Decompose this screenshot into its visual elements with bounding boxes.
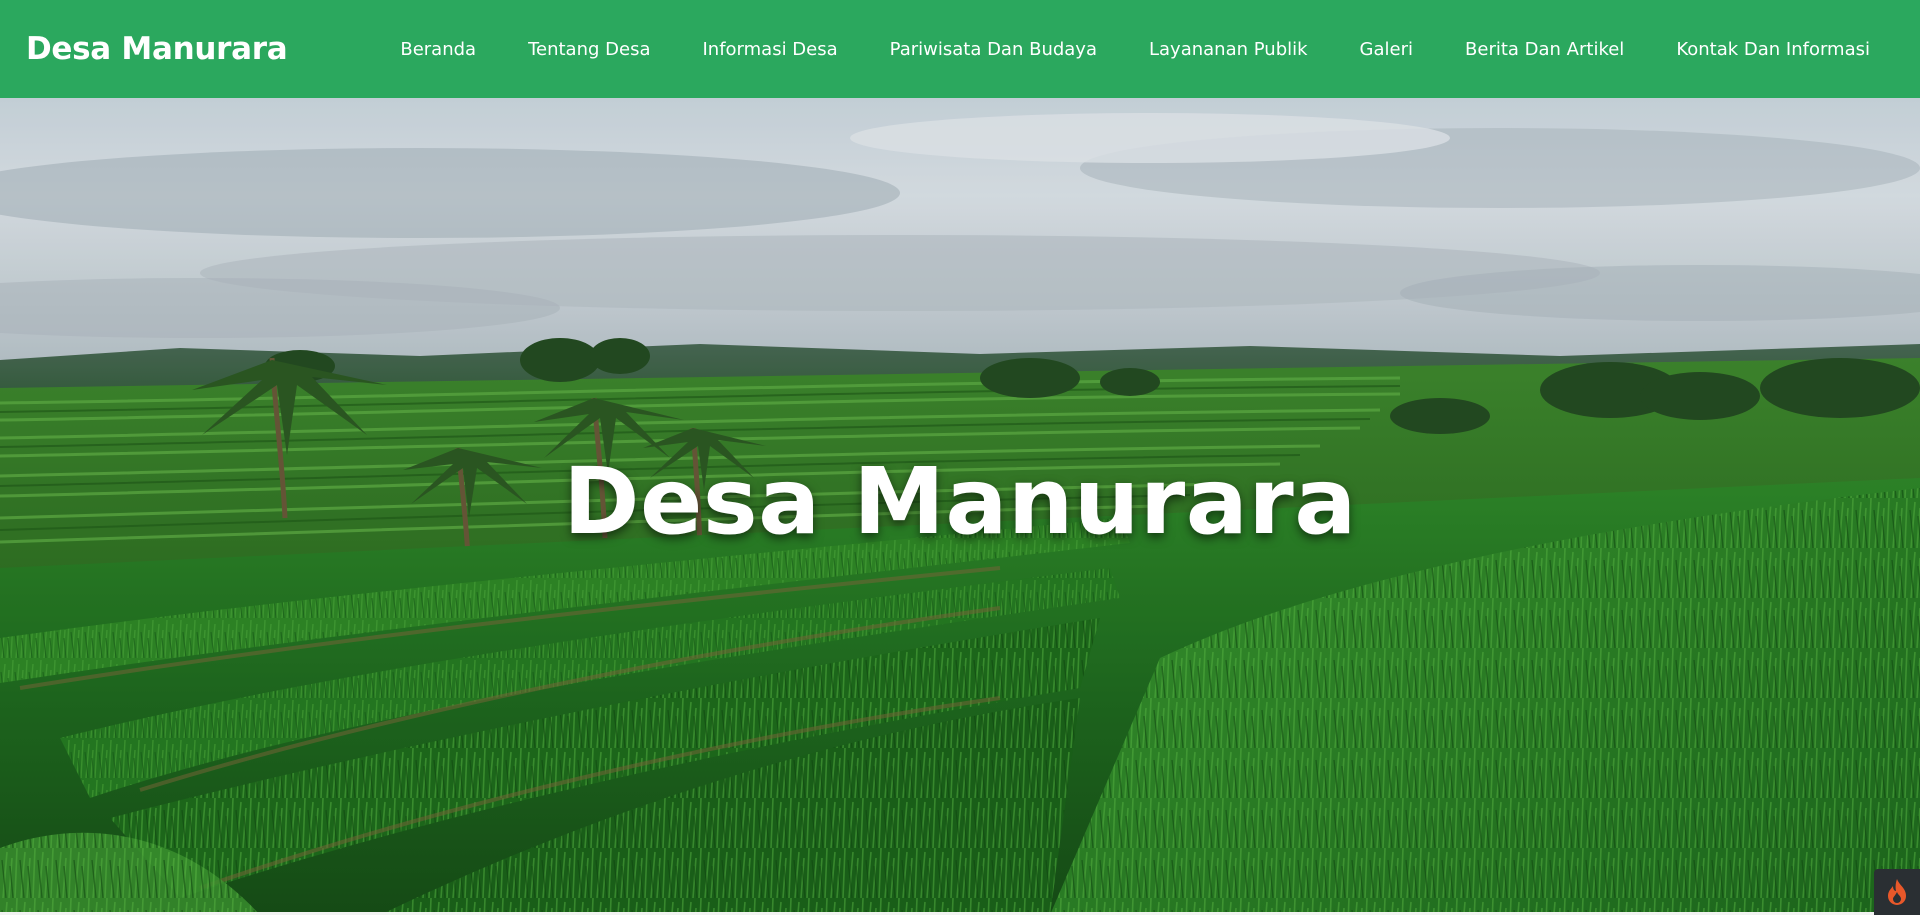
nav-link-layanan-publik[interactable]: Layananan Publik	[1149, 39, 1308, 60]
nav-link-tentang-desa[interactable]: Tentang Desa	[528, 39, 650, 60]
top-navbar: Desa Manurara Beranda Tentang Desa Infor…	[0, 0, 1920, 98]
nav-link-pariwisata-dan-budaya[interactable]: Pariwisata Dan Budaya	[890, 39, 1097, 60]
nav-link-beranda[interactable]: Beranda	[400, 39, 476, 60]
nav-link-galeri[interactable]: Galeri	[1360, 39, 1413, 60]
main-nav: Beranda Tentang Desa Informasi Desa Pari…	[400, 39, 1870, 60]
corner-widget-button[interactable]	[1874, 869, 1920, 915]
site-brand-link[interactable]: Desa Manurara	[26, 31, 288, 67]
nav-link-berita-dan-artikel[interactable]: Berita Dan Artikel	[1465, 39, 1624, 60]
hero-section: Desa Manurara	[0, 98, 1920, 915]
nav-link-kontak-dan-informasi[interactable]: Kontak Dan Informasi	[1676, 39, 1870, 60]
hero-title: Desa Manurara	[563, 448, 1357, 555]
nav-link-informasi-desa[interactable]: Informasi Desa	[702, 39, 837, 60]
flame-icon	[1888, 879, 1906, 905]
